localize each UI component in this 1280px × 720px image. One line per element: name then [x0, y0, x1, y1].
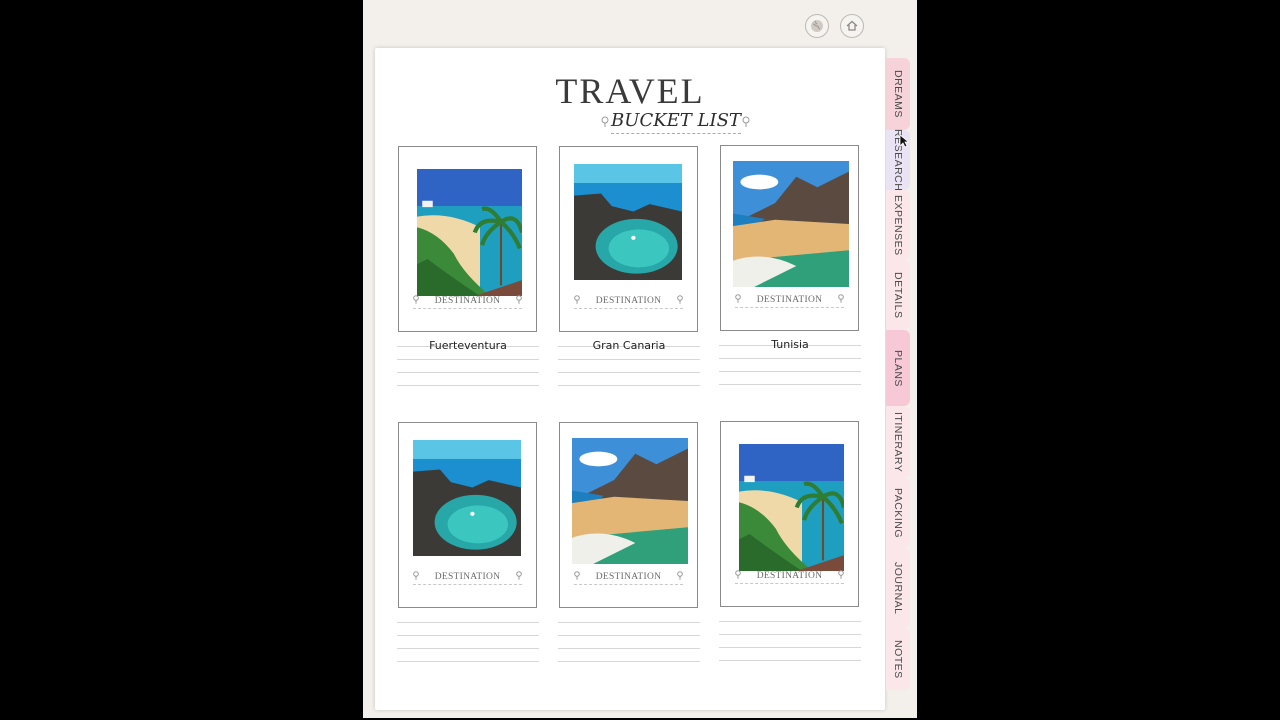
- ruled-line: [558, 385, 700, 398]
- page-title: TRAVEL: [555, 71, 705, 111]
- pin-icon: [838, 294, 844, 303]
- notes-lines[interactable]: [397, 622, 539, 674]
- tab-label: JOURNAL: [892, 561, 904, 615]
- destination-card[interactable]: DESTINATION: [398, 422, 537, 608]
- tab-expenses[interactable]: EXPENSES: [886, 190, 910, 260]
- destination-label-text: DESTINATION: [756, 295, 823, 305]
- tab-label: DETAILS: [892, 271, 904, 319]
- destination-name[interactable]: Gran Canaria: [558, 339, 700, 352]
- destination-photo: [574, 164, 682, 280]
- ruled-line: [397, 359, 539, 372]
- bucket-list-page: TRAVEL BUCKET LIST DESTINATION Fuertevent…: [375, 48, 885, 710]
- destination-label: DESTINATION: [735, 570, 844, 584]
- pin-icon: [677, 295, 683, 304]
- destination-label-text: DESTINATION: [434, 572, 501, 582]
- destination-photo: [417, 169, 522, 296]
- destination-label: DESTINATION: [735, 294, 844, 308]
- pin-icon: [574, 571, 580, 580]
- pin-icon: [574, 295, 580, 304]
- destination-card[interactable]: DESTINATION: [398, 146, 537, 332]
- ruled-line: [558, 372, 700, 385]
- ruled-line: [397, 622, 539, 635]
- ruled-line: [397, 648, 539, 661]
- page-subtitle: BUCKET LIST: [611, 110, 741, 134]
- destination-card[interactable]: DESTINATION: [559, 422, 698, 608]
- destination-label: DESTINATION: [574, 571, 683, 585]
- tab-details[interactable]: DETAILS: [886, 260, 910, 330]
- tab-label: PACKING: [892, 488, 904, 538]
- tab-label: DREAMS: [892, 70, 904, 118]
- ruled-line: [719, 371, 861, 384]
- pin-icon: [677, 571, 683, 580]
- pin-icon: [838, 570, 844, 579]
- ruled-line: [397, 661, 539, 674]
- home-icon[interactable]: [840, 14, 864, 38]
- destination-label: DESTINATION: [574, 295, 683, 309]
- destination-card[interactable]: DESTINATION: [720, 145, 859, 331]
- notes-lines[interactable]: [719, 621, 861, 673]
- destination-label: DESTINATION: [413, 295, 522, 309]
- destination-photo: [572, 438, 688, 564]
- ruled-line: [558, 661, 700, 674]
- destination-label-text: DESTINATION: [595, 296, 662, 306]
- destination-photo: [739, 444, 844, 571]
- tab-label: PLANS: [892, 349, 904, 387]
- pin-icon: [735, 294, 741, 303]
- tab-label: NOTES: [892, 639, 904, 679]
- ruled-line: [558, 635, 700, 648]
- pin-icon: [516, 295, 522, 304]
- notes-lines[interactable]: [558, 622, 700, 674]
- ruled-line: [558, 359, 700, 372]
- destination-photo: [413, 440, 521, 556]
- destination-label-text: DESTINATION: [756, 571, 823, 581]
- notes-lines[interactable]: [558, 346, 700, 398]
- ruled-line: [719, 634, 861, 647]
- tab-label: ITINERARY: [892, 411, 904, 473]
- ruled-line: [397, 635, 539, 648]
- globe-icon[interactable]: [805, 14, 829, 38]
- destination-card[interactable]: DESTINATION: [559, 146, 698, 332]
- tab-journal[interactable]: JOURNAL: [886, 548, 910, 628]
- mouse-cursor-icon: [899, 134, 909, 148]
- ruled-line: [397, 372, 539, 385]
- pin-icon: [413, 295, 419, 304]
- ruled-line: [719, 660, 861, 673]
- destination-card[interactable]: DESTINATION: [720, 421, 859, 607]
- tab-plans[interactable]: PLANS: [886, 330, 910, 406]
- pin-icon: [742, 116, 750, 127]
- destination-label: DESTINATION: [413, 571, 522, 585]
- ruled-line: [558, 622, 700, 635]
- tab-notes[interactable]: NOTES: [886, 628, 910, 690]
- destination-name[interactable]: Tunisia: [719, 338, 861, 351]
- pin-icon: [516, 571, 522, 580]
- destination-label-text: DESTINATION: [434, 296, 501, 306]
- tab-packing[interactable]: PACKING: [886, 478, 910, 548]
- pin-icon: [413, 571, 419, 580]
- destination-name[interactable]: Fuerteventura: [397, 339, 539, 352]
- planner-app: TRAVEL BUCKET LIST DESTINATION Fuertevent…: [363, 0, 917, 718]
- ruled-line: [719, 647, 861, 660]
- destination-photo: [733, 161, 849, 287]
- pin-icon: [735, 570, 741, 579]
- ruled-line: [719, 384, 861, 397]
- destination-label-text: DESTINATION: [595, 572, 662, 582]
- ruled-line: [719, 621, 861, 634]
- tab-dreams[interactable]: DREAMS: [886, 58, 910, 130]
- ruled-line: [397, 385, 539, 398]
- pin-icon: [601, 116, 609, 127]
- ruled-line: [558, 648, 700, 661]
- tab-label: EXPENSES: [892, 194, 904, 256]
- notes-lines[interactable]: [397, 346, 539, 398]
- ruled-line: [719, 358, 861, 371]
- notes-lines[interactable]: [719, 345, 861, 397]
- tab-itinerary[interactable]: ITINERARY: [886, 406, 910, 478]
